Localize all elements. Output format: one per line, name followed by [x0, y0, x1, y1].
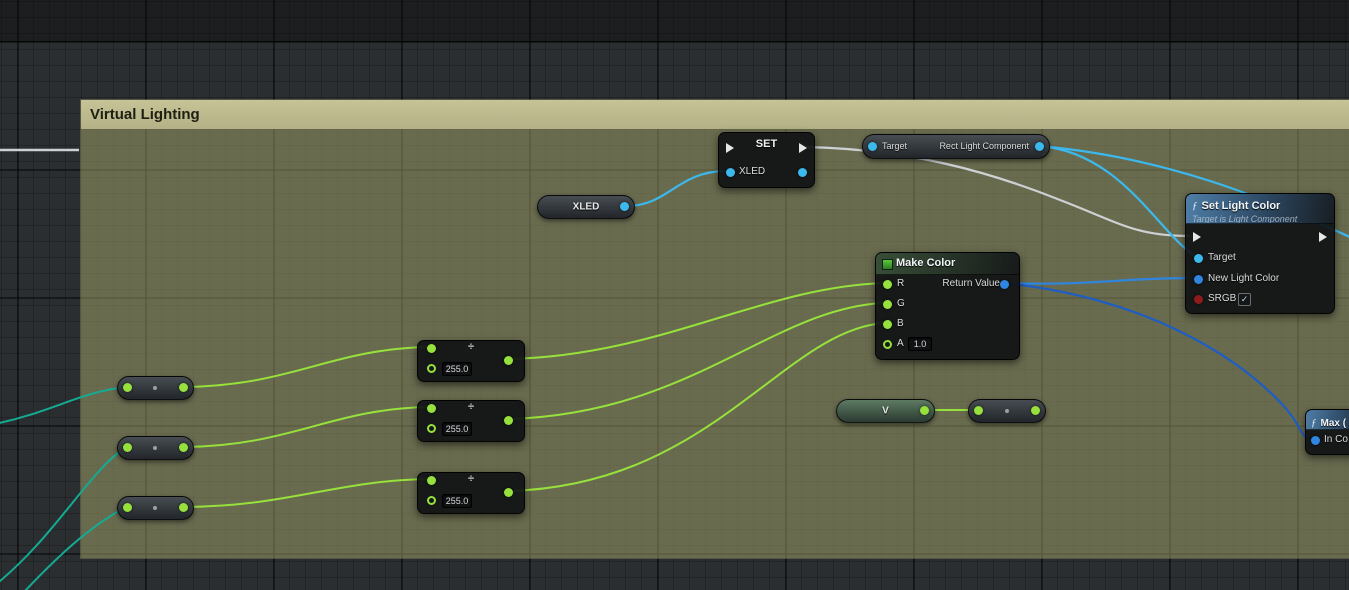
srgb-input-pin[interactable] [1194, 295, 1203, 304]
node-title: Set Light Color [1202, 200, 1281, 212]
return-value-output-pin[interactable] [1000, 280, 1009, 289]
node-get-xled[interactable]: XLED [537, 195, 635, 219]
struct-header: Make Color [876, 253, 1019, 275]
in-color-input-pin[interactable] [1311, 436, 1320, 445]
comment-header[interactable]: Virtual Lighting [81, 100, 1349, 129]
xled-input-pin[interactable] [726, 168, 735, 177]
comment-body [81, 129, 1349, 558]
function-header: ƒ Set Light Color Target is Light Compone… [1186, 194, 1334, 224]
function-icon: ƒ [1311, 417, 1317, 429]
node-conversion-1[interactable] [117, 376, 194, 400]
pin-label-srgb: SRGB [1208, 293, 1236, 304]
conv-output-pin[interactable] [1031, 406, 1040, 415]
srgb-checkbox[interactable]: ✓ [1238, 293, 1251, 306]
divisor-input-pin[interactable] [427, 424, 436, 433]
node-conversion-3[interactable] [117, 496, 194, 520]
xled-output-pin[interactable] [620, 202, 629, 211]
node-make-color[interactable]: Make Color R G B A 1.0 Return Value [875, 252, 1020, 360]
conv-output-pin[interactable] [179, 443, 188, 452]
conversion-dot-icon [1005, 409, 1009, 413]
conv-input-pin[interactable] [123, 503, 132, 512]
component-output-pin[interactable] [1035, 142, 1044, 151]
pin-label-r: R [897, 278, 904, 289]
exec-in-pin[interactable] [726, 143, 734, 153]
dividend-input-pin[interactable] [427, 476, 436, 485]
dividend-input-pin[interactable] [427, 344, 436, 353]
pin-label-xled: XLED [739, 166, 765, 177]
node-divide-3[interactable]: ÷ 255.0 [417, 472, 525, 514]
xled-passthrough-output-pin[interactable] [798, 168, 807, 177]
result-output-pin[interactable] [504, 488, 513, 497]
result-output-pin[interactable] [504, 416, 513, 425]
comment-virtual-lighting: Virtual Lighting [80, 99, 1349, 559]
target-input-pin[interactable] [868, 142, 877, 151]
node-title: Rect Light Component [939, 141, 1029, 151]
divisor-input-pin[interactable] [427, 496, 436, 505]
node-conversion-2[interactable] [117, 436, 194, 460]
conv-input-pin[interactable] [123, 443, 132, 452]
result-output-pin[interactable] [504, 356, 513, 365]
pin-label-b: B [897, 318, 904, 329]
target-input-pin[interactable] [1194, 254, 1203, 263]
function-icon: ƒ [1192, 200, 1198, 212]
node-title: Make Color [896, 257, 955, 269]
node-set-xled[interactable]: SET XLED [718, 132, 815, 188]
new-light-color-input-pin[interactable] [1194, 275, 1203, 284]
conv-input-pin[interactable] [974, 406, 983, 415]
v-output-pin[interactable] [920, 406, 929, 415]
pin-label-new-light-color: New Light Color [1208, 273, 1279, 284]
conversion-dot-icon [153, 506, 157, 510]
conversion-dot-icon [153, 446, 157, 450]
node-divide-1[interactable]: ÷ 255.0 [417, 340, 525, 382]
blueprint-canvas[interactable]: Virtual Lighting XLED SET XLED [0, 0, 1349, 590]
node-get-v[interactable]: V [836, 399, 935, 423]
pin-label-g: G [897, 298, 905, 309]
node-title: Max ( [1321, 418, 1347, 429]
pin-label-target: Target [1208, 252, 1236, 263]
node-divide-2[interactable]: ÷ 255.0 [417, 400, 525, 442]
exec-in-pin[interactable] [1193, 232, 1201, 242]
pin-label-target: Target [882, 141, 907, 151]
exec-out-pin[interactable] [799, 143, 807, 153]
node-subtitle: Target is Light Component [1192, 214, 1328, 224]
conv-input-pin[interactable] [123, 383, 132, 392]
divisor-value-input[interactable]: 255.0 [442, 422, 472, 436]
node-set-light-color[interactable]: ƒ Set Light Color Target is Light Compone… [1185, 193, 1335, 314]
conversion-dot-icon [153, 386, 157, 390]
a-value-input[interactable]: 1.0 [908, 337, 932, 351]
divisor-input-pin[interactable] [427, 364, 436, 373]
function-header: ƒ Max ( [1306, 410, 1349, 430]
divisor-value-input[interactable]: 255.0 [442, 494, 472, 508]
r-input-pin[interactable] [883, 280, 892, 289]
pin-label-a: A [897, 338, 904, 349]
pin-label-return-value: Return Value [942, 278, 1000, 289]
g-input-pin[interactable] [883, 300, 892, 309]
node-max[interactable]: ƒ Max ( In Co [1305, 409, 1349, 455]
node-rect-light-component[interactable]: Target Rect Light Component [862, 134, 1050, 159]
grid-shade-band [0, 0, 1349, 42]
struct-icon [882, 259, 893, 270]
comment-title: Virtual Lighting [90, 106, 200, 123]
a-input-pin[interactable] [883, 340, 892, 349]
conv-output-pin[interactable] [179, 503, 188, 512]
divisor-value-input[interactable]: 255.0 [442, 362, 472, 376]
dividend-input-pin[interactable] [427, 404, 436, 413]
exec-out-pin[interactable] [1319, 232, 1327, 242]
pin-label-in-color: In Co [1324, 434, 1348, 445]
b-input-pin[interactable] [883, 320, 892, 329]
conv-output-pin[interactable] [179, 383, 188, 392]
node-conversion-v[interactable] [968, 399, 1046, 423]
